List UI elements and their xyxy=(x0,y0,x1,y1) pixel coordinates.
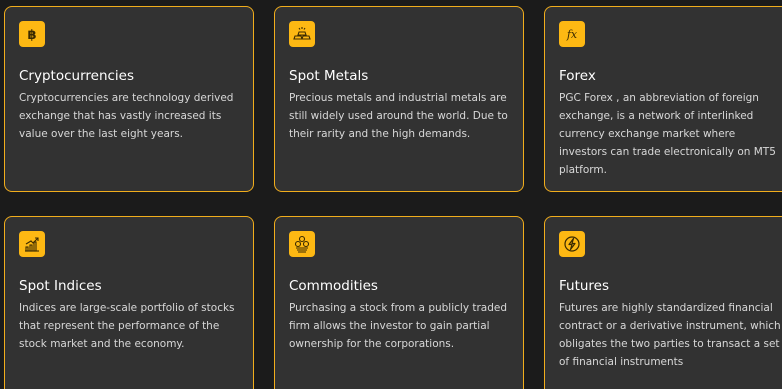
card-description: Futures are highly standardized financia… xyxy=(559,302,781,368)
gold-bars-icon xyxy=(289,21,315,47)
card-description: PGC Forex , an abbreviation of foreign e… xyxy=(559,92,776,176)
card-title: Spot Metals xyxy=(289,68,369,84)
chart-growth-icon xyxy=(19,231,45,257)
product-card-futures[interactable]: Futures Futures are highly standardized … xyxy=(544,216,782,389)
bitcoin-icon: ฿ xyxy=(19,21,45,47)
product-card-spot-metals[interactable]: Spot Metals Precious metals and industri… xyxy=(274,6,524,192)
card-title: Cryptocurrencies xyxy=(19,68,135,84)
coins-icon xyxy=(289,231,315,257)
lightning-icon xyxy=(559,231,585,257)
card-title: Forex xyxy=(559,68,596,84)
card-title: Futures xyxy=(559,278,610,294)
card-description: Cryptocurrencies are technology derived … xyxy=(19,92,234,140)
card-description: Indices are large-scale portfolio of sto… xyxy=(19,302,235,350)
card-description: Precious metals and industrial metals ar… xyxy=(289,92,508,140)
product-card-forex[interactable]: fx Forex PGC Forex , an abbreviation of … xyxy=(544,6,782,192)
product-card-commodities[interactable]: Commodities Purchasing a stock from a pu… xyxy=(274,216,524,389)
card-description: Purchasing a stock from a publicly trade… xyxy=(289,302,508,350)
card-title: Spot Indices xyxy=(19,278,102,294)
product-card-cryptocurrencies[interactable]: ฿ Cryptocurrencies Cryptocurrencies are … xyxy=(4,6,254,192)
svg-text:฿: ฿ xyxy=(27,28,36,42)
card-title: Commodities xyxy=(289,278,378,294)
product-grid: ฿ Cryptocurrencies Cryptocurrencies are … xyxy=(0,0,782,389)
product-card-spot-indices[interactable]: Spot Indices Indices are large-scale por… xyxy=(4,216,254,389)
fx-icon: fx xyxy=(559,21,585,47)
svg-text:fx: fx xyxy=(566,28,578,41)
